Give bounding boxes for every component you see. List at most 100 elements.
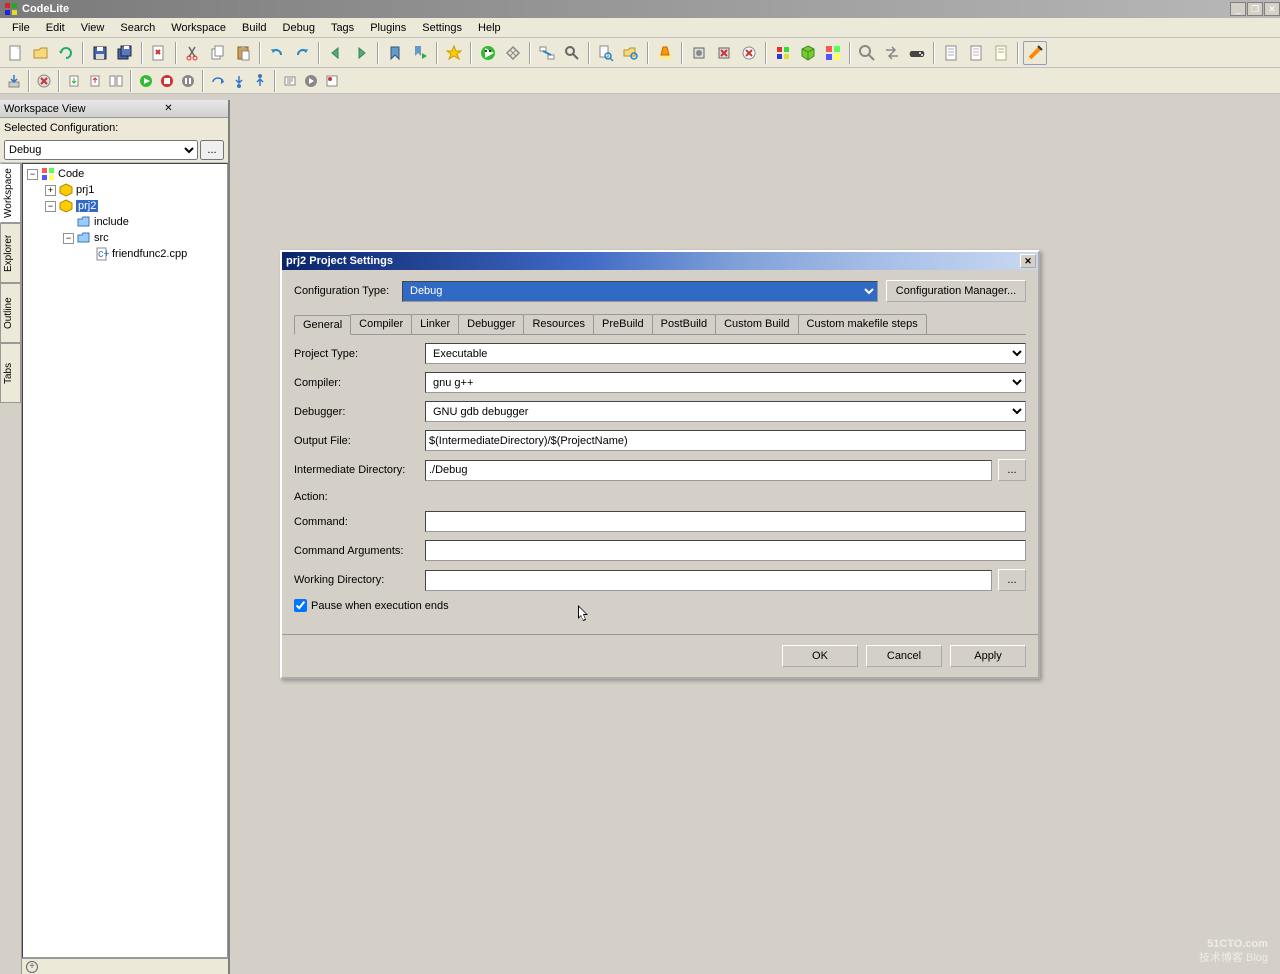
refresh-button[interactable] bbox=[54, 41, 78, 65]
menu-search[interactable]: Search bbox=[112, 20, 163, 36]
compiler-select[interactable]: gnu g++ bbox=[425, 372, 1026, 393]
swap-button[interactable] bbox=[880, 41, 904, 65]
save-button[interactable] bbox=[88, 41, 112, 65]
highlight-tool-button[interactable] bbox=[1023, 41, 1047, 65]
game-button[interactable] bbox=[905, 41, 929, 65]
menu-help[interactable]: Help bbox=[470, 20, 509, 36]
new-file-button[interactable] bbox=[4, 41, 28, 65]
menu-view[interactable]: View bbox=[73, 20, 113, 36]
bookmark-next-button[interactable] bbox=[408, 41, 432, 65]
restore-button[interactable]: ❐ bbox=[1247, 2, 1263, 16]
tab-debugger[interactable]: Debugger bbox=[458, 314, 524, 334]
commit-button[interactable] bbox=[64, 71, 84, 91]
save-all-button[interactable] bbox=[113, 41, 137, 65]
step-out-button[interactable] bbox=[250, 71, 270, 91]
update-button[interactable] bbox=[85, 71, 105, 91]
config-browse-button[interactable]: ... bbox=[200, 140, 224, 160]
output-file-input[interactable] bbox=[425, 430, 1026, 451]
tab-general[interactable]: General bbox=[294, 315, 351, 335]
side-tab-tabs[interactable]: Tabs bbox=[0, 343, 21, 403]
int-dir-input[interactable] bbox=[425, 460, 992, 481]
project-type-select[interactable]: Executable bbox=[425, 343, 1026, 364]
stop-build-button[interactable] bbox=[712, 41, 736, 65]
tree-item-prj1[interactable]: + prj1 bbox=[23, 182, 227, 198]
resource-find-button[interactable] bbox=[619, 41, 643, 65]
stop-run-button[interactable] bbox=[501, 41, 525, 65]
dialog-close-button[interactable]: ✕ bbox=[1020, 254, 1036, 268]
collapse-icon[interactable]: − bbox=[45, 201, 56, 212]
config-select[interactable]: Debug bbox=[4, 140, 198, 160]
menu-tags[interactable]: Tags bbox=[323, 20, 362, 36]
nav-forward-button[interactable] bbox=[349, 41, 373, 65]
find-button[interactable] bbox=[560, 41, 584, 65]
copy-button[interactable] bbox=[206, 41, 230, 65]
find-in-files-button[interactable] bbox=[594, 41, 618, 65]
menu-settings[interactable]: Settings bbox=[414, 20, 470, 36]
side-tab-outline[interactable]: Outline bbox=[0, 283, 21, 343]
tab-custom-makefile[interactable]: Custom makefile steps bbox=[798, 314, 927, 334]
diff-button[interactable] bbox=[106, 71, 126, 91]
debug-stop-button[interactable] bbox=[157, 71, 177, 91]
work-dir-browse-button[interactable]: ... bbox=[998, 569, 1026, 591]
pause-checkbox[interactable] bbox=[294, 599, 307, 612]
watch-button[interactable] bbox=[280, 71, 300, 91]
work-dir-input[interactable] bbox=[425, 570, 992, 591]
dialog-titlebar[interactable]: prj2 Project Settings ✕ bbox=[282, 252, 1038, 270]
workspace-tree[interactable]: − Code + prj1 − prj2 bbox=[22, 163, 228, 958]
tree-root[interactable]: − Code bbox=[23, 166, 227, 182]
menu-build[interactable]: Build bbox=[234, 20, 274, 36]
config-type-select[interactable]: Debug bbox=[402, 281, 878, 302]
menu-debug[interactable]: Debug bbox=[275, 20, 323, 36]
cmd-args-input[interactable] bbox=[425, 540, 1026, 561]
collapse-icon[interactable]: − bbox=[27, 169, 38, 180]
plugin-squares-button[interactable] bbox=[821, 41, 845, 65]
int-dir-browse-button[interactable]: ... bbox=[998, 459, 1026, 481]
collapse-icon[interactable]: − bbox=[63, 233, 74, 244]
add-icon[interactable]: + bbox=[26, 961, 38, 973]
doc1-button[interactable] bbox=[939, 41, 963, 65]
config-manager-button[interactable]: Configuration Manager... bbox=[886, 280, 1026, 302]
tab-postbuild[interactable]: PostBuild bbox=[652, 314, 716, 334]
tree-item-prj2[interactable]: − prj2 bbox=[23, 198, 227, 214]
debug-start-button[interactable] bbox=[136, 71, 156, 91]
tab-prebuild[interactable]: PreBuild bbox=[593, 314, 653, 334]
close-button[interactable]: ✕ bbox=[1264, 2, 1280, 16]
continue-button[interactable] bbox=[301, 71, 321, 91]
build-button[interactable] bbox=[687, 41, 711, 65]
expand-icon[interactable]: + bbox=[45, 185, 56, 196]
tab-compiler[interactable]: Compiler bbox=[350, 314, 412, 334]
debugger-select[interactable]: GNU gdb debugger bbox=[425, 401, 1026, 422]
step-over-button[interactable] bbox=[208, 71, 228, 91]
command-input[interactable] bbox=[425, 511, 1026, 532]
apply-button[interactable]: Apply bbox=[950, 645, 1026, 667]
find-replace-button[interactable] bbox=[535, 41, 559, 65]
zoom-button[interactable] bbox=[855, 41, 879, 65]
breakpoints-button[interactable] bbox=[322, 71, 342, 91]
plugin-color-button[interactable] bbox=[771, 41, 795, 65]
menu-file[interactable]: File bbox=[4, 20, 38, 36]
cut-button[interactable] bbox=[181, 41, 205, 65]
run-button[interactable] bbox=[476, 41, 500, 65]
debug-pause-button[interactable] bbox=[178, 71, 198, 91]
bookmark-toggle-button[interactable] bbox=[383, 41, 407, 65]
menu-workspace[interactable]: Workspace bbox=[163, 20, 234, 36]
tab-resources[interactable]: Resources bbox=[523, 314, 594, 334]
menu-edit[interactable]: Edit bbox=[38, 20, 73, 36]
plugin-cube-button[interactable] bbox=[796, 41, 820, 65]
open-button[interactable] bbox=[29, 41, 53, 65]
delete-button[interactable] bbox=[34, 71, 54, 91]
minimize-button[interactable]: _ bbox=[1230, 2, 1246, 16]
cancel-button[interactable]: Cancel bbox=[866, 645, 942, 667]
menu-plugins[interactable]: Plugins bbox=[362, 20, 414, 36]
side-tab-explorer[interactable]: Explorer bbox=[0, 223, 21, 283]
paste-button[interactable] bbox=[231, 41, 255, 65]
tree-item-file[interactable]: c+ friendfunc2.cpp bbox=[23, 246, 227, 262]
tab-custom-build[interactable]: Custom Build bbox=[715, 314, 798, 334]
tree-item-include[interactable]: include bbox=[23, 214, 227, 230]
doc3-button[interactable] bbox=[989, 41, 1013, 65]
workspace-close-button[interactable]: ✕ bbox=[113, 102, 224, 116]
favorite-button[interactable] bbox=[442, 41, 466, 65]
clean-button[interactable] bbox=[737, 41, 761, 65]
step-into-button[interactable] bbox=[229, 71, 249, 91]
ok-button[interactable]: OK bbox=[782, 645, 858, 667]
